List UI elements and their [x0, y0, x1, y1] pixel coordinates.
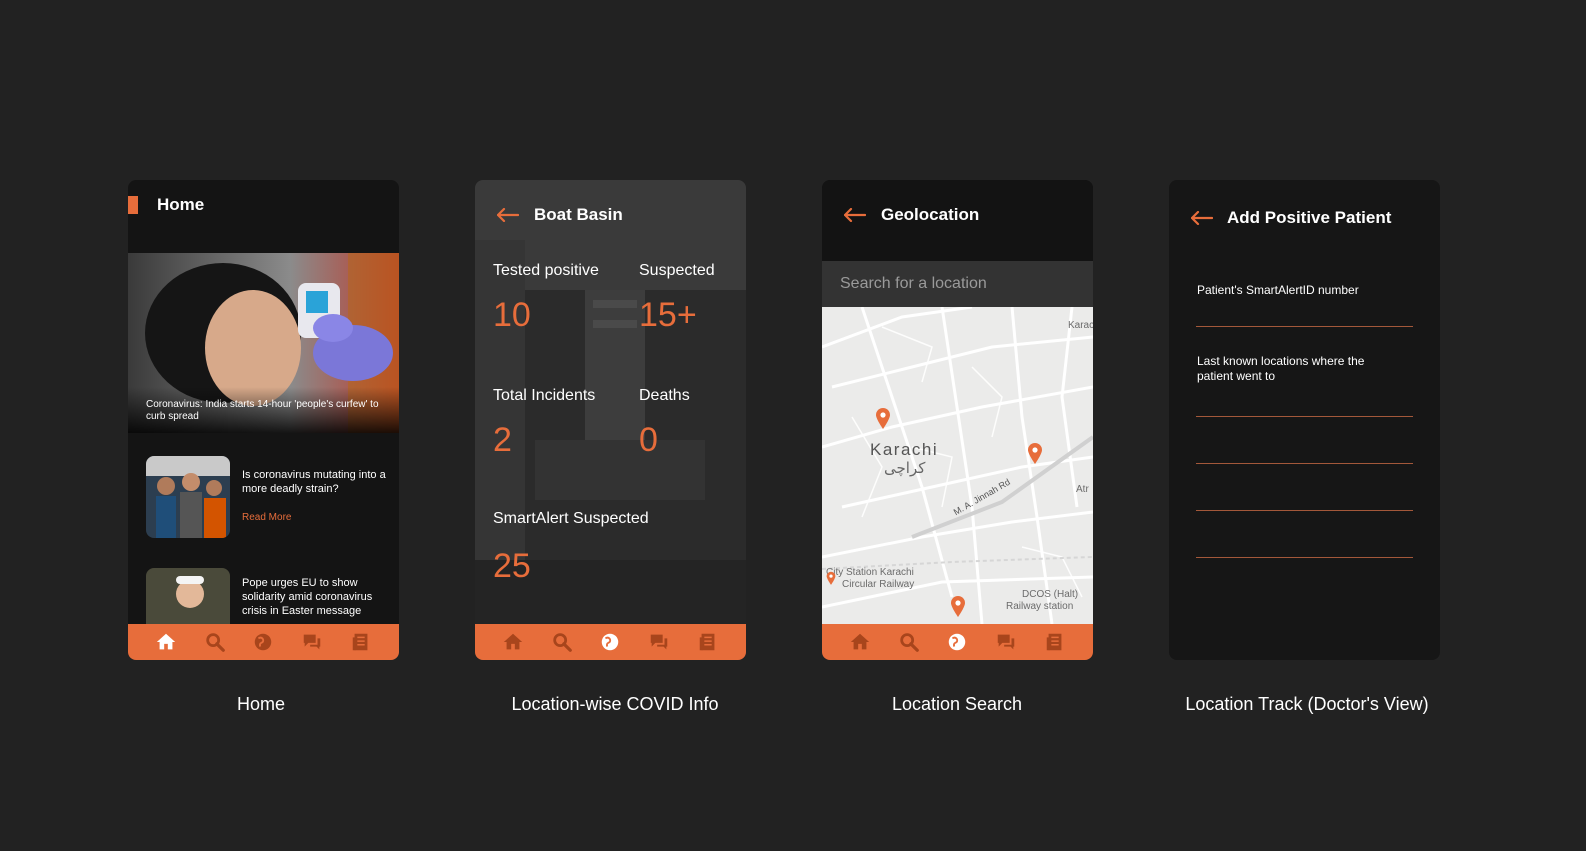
total-incidents-label: Total Incidents — [493, 387, 596, 404]
smartalert-suspected-value: 25 — [493, 547, 531, 585]
last-locations-label: Last known locations where the patient w… — [1197, 354, 1365, 383]
location-info-screen: Boat Basin Tested positive 10 Suspected … — [475, 180, 746, 660]
map-edge-label: Atr — [1076, 484, 1089, 495]
nav-news-button[interactable] — [1043, 630, 1067, 654]
map-station-label: City Station Karachi — [826, 567, 914, 578]
nav-news-button[interactable] — [349, 630, 373, 654]
nav-globe-button[interactable] — [598, 630, 622, 654]
nav-home-button[interactable] — [501, 630, 525, 654]
map-pin-icon[interactable] — [950, 595, 966, 617]
back-arrow-icon[interactable] — [1191, 211, 1213, 225]
map-edge-label: Karac — [1068, 320, 1093, 331]
suspected-value: 15+ — [639, 296, 697, 334]
nav-home-button[interactable] — [154, 630, 178, 654]
title-accent-bar — [128, 196, 138, 214]
bottom-navigation — [475, 624, 746, 660]
home-icon — [157, 633, 176, 650]
nav-search-button[interactable] — [550, 630, 574, 654]
article-thumbnail — [146, 456, 230, 538]
map-station-label: Railway station — [1006, 601, 1074, 612]
screen-caption: Location-wise COVID Info — [511, 694, 719, 714]
bottom-navigation — [822, 624, 1093, 660]
deaths-value: 0 — [639, 421, 658, 459]
chat-icon — [303, 634, 321, 650]
add-patient-screen: Add Positive Patient Patient's SmartAler… — [1169, 180, 1440, 660]
total-incidents-value: 2 — [493, 421, 512, 459]
location-input-4[interactable] — [1196, 557, 1413, 558]
screen-caption: Location Track (Doctor's View) — [1185, 694, 1429, 714]
chat-icon — [650, 634, 668, 650]
news-icon — [1046, 633, 1062, 651]
smartalert-suspected-label: SmartAlert Suspected — [493, 510, 649, 527]
bottom-navigation — [128, 624, 399, 660]
hero-news-card[interactable]: Coronavirus: India starts 14-hour 'peopl… — [128, 253, 399, 433]
home-screen: Home Coronavirus: India starts 14-hour '… — [128, 180, 399, 660]
news-icon — [699, 633, 715, 651]
chat-icon — [997, 634, 1015, 650]
screen-caption: Home — [236, 694, 285, 714]
news-list-item[interactable]: Is coronavirus mutating into a more dead… — [146, 456, 391, 540]
page-title: Geolocation — [881, 205, 980, 224]
location-input-3[interactable] — [1196, 510, 1413, 511]
nav-chat-button[interactable] — [994, 630, 1018, 654]
nav-home-button[interactable] — [848, 630, 872, 654]
globe-icon — [949, 633, 966, 651]
nav-globe-button[interactable] — [945, 630, 969, 654]
tested-positive-value: 10 — [493, 296, 531, 334]
nav-chat-button[interactable] — [647, 630, 671, 654]
search-icon — [900, 633, 919, 652]
article-headline: Is coronavirus mutating into a more dead… — [242, 469, 386, 495]
nav-globe-button[interactable] — [251, 630, 275, 654]
page-title: Add Positive Patient — [1227, 208, 1392, 227]
read-more-link[interactable]: Read More — [242, 512, 291, 523]
smartalert-id-input[interactable] — [1196, 326, 1413, 327]
page-title: Boat Basin — [534, 205, 623, 224]
nav-search-button[interactable] — [897, 630, 921, 654]
map-station-label: DCOS (Halt) — [1022, 589, 1079, 600]
search-icon — [206, 633, 225, 652]
hero-caption: Coronavirus: India starts 14-hour 'peopl… — [128, 387, 399, 433]
globe-icon — [255, 633, 272, 651]
nav-news-button[interactable] — [696, 630, 720, 654]
map-view[interactable]: Karachi کراچی M. A. Jinnah Rd City Stati… — [822, 307, 1093, 624]
globe-icon — [602, 633, 619, 651]
back-arrow-icon[interactable] — [844, 208, 866, 222]
smartalert-id-label: Patient's SmartAlertID number — [1197, 283, 1359, 297]
location-search-screen: Geolocation Search for a location Karach… — [822, 180, 1093, 660]
nav-chat-button[interactable] — [300, 630, 324, 654]
background-photo — [475, 180, 746, 660]
location-search-input[interactable] — [822, 261, 1093, 307]
home-icon — [504, 633, 523, 650]
map-station-label: Circular Railway — [842, 579, 915, 590]
map-pin-icon[interactable] — [826, 571, 836, 585]
page-title: Home — [157, 195, 205, 214]
suspected-label: Suspected — [639, 262, 715, 279]
back-arrow-icon[interactable] — [497, 208, 519, 222]
tested-positive-label: Tested positive — [493, 262, 599, 279]
nav-search-button[interactable] — [203, 630, 227, 654]
map-pin-icon[interactable] — [1027, 442, 1043, 464]
screen-caption: Location Search — [891, 694, 1023, 714]
map-city-label-urdu: کراچی — [884, 460, 926, 477]
search-icon — [553, 633, 572, 652]
article-headline: Pope urges EU to show solidarity amid co… — [242, 577, 373, 617]
location-input-1[interactable] — [1196, 416, 1413, 417]
map-pin-icon[interactable] — [875, 407, 891, 429]
deaths-label: Deaths — [639, 387, 690, 404]
map-city-label: Karachi — [870, 440, 939, 459]
news-icon — [352, 633, 368, 651]
home-icon — [851, 633, 870, 650]
location-input-2[interactable] — [1196, 463, 1413, 464]
